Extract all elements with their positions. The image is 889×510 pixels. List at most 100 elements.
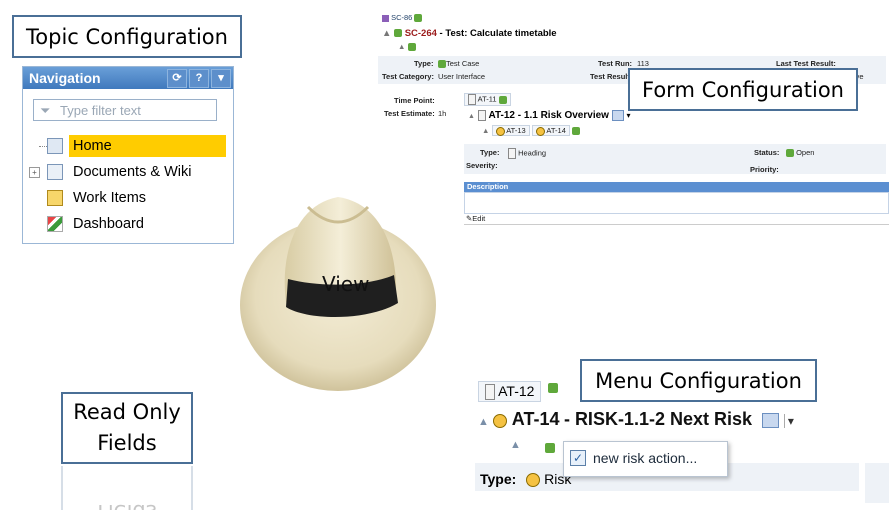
new-risk-action-item[interactable]: new risk action...: [593, 450, 697, 466]
context-menu: ✓ new risk action...: [563, 441, 728, 477]
status-label: Status:: [754, 148, 780, 157]
sub-type-value-text: Heading: [518, 148, 547, 158]
home-page-icon: [47, 138, 63, 154]
menu-item-id[interactable]: AT-14: [512, 409, 560, 429]
parent-chip-id: AT-12: [498, 383, 535, 399]
menu-type-field: Type: Risk: [480, 471, 571, 488]
read-only-line-1: Read Only: [73, 400, 181, 424]
linked-title: 1.1 Risk Overview: [523, 110, 609, 122]
link-icon: [414, 14, 423, 23]
test-result-label: Test Result: [590, 72, 630, 81]
description-header: Description: [464, 182, 889, 192]
children-row: ▲ AT-13 AT-14: [482, 125, 580, 136]
menu-configuration-callout: Menu Configuration: [580, 359, 817, 402]
link-icon: [548, 383, 558, 393]
filter-placeholder: Type filter text: [60, 103, 141, 118]
item-title: Test: Calculate timetable: [445, 28, 557, 39]
child-chip-2[interactable]: AT-14: [531, 125, 570, 136]
type-label: Type:: [414, 59, 434, 68]
doc-icon: [468, 94, 476, 105]
help-icon[interactable]: ?: [189, 69, 209, 88]
parent-icon: [382, 14, 389, 22]
sub-type-value: Heading: [508, 148, 546, 159]
item-id[interactable]: SC-264: [405, 28, 437, 39]
type-value: Test Case: [438, 59, 480, 69]
clock-icon: [495, 126, 505, 136]
checkbox-icon: ✓: [570, 450, 586, 466]
tree-arrow-icon: ▲: [382, 28, 392, 39]
linked-id[interactable]: AT-12: [489, 110, 516, 121]
copy-icon[interactable]: [762, 413, 780, 429]
copy-icon[interactable]: [611, 110, 624, 121]
filter-funnel-icon: ⏷: [40, 103, 51, 118]
parent-chip[interactable]: AT-12: [478, 381, 542, 403]
divider: [464, 224, 889, 225]
sub-arrow: ▲: [398, 42, 416, 52]
time-point-chip[interactable]: AT-11: [464, 93, 511, 106]
nav-item-dashboard-label: Dashboard: [73, 216, 144, 232]
link-icon: [571, 127, 580, 136]
actions-dropdown-icon[interactable]: ▾: [783, 414, 794, 428]
status-value: Open: [786, 148, 815, 158]
read-only-line-2: Fields: [97, 431, 157, 455]
parent-item-row: SC-86: [382, 13, 423, 23]
menu-item-title: RISK-1.1-2 Next Risk: [574, 409, 753, 429]
navigation-title: Navigation: [29, 70, 101, 86]
work-items-icon: [47, 190, 63, 206]
description-body: [464, 192, 889, 214]
nav-item-documents-label: Documents & Wiki: [73, 164, 192, 180]
documents-icon: [47, 164, 63, 180]
test-estimate-label: Test Estimate:: [384, 109, 435, 118]
add-link-icon[interactable]: [545, 443, 555, 453]
time-point-value: AT-11: [477, 94, 497, 104]
status-value-text: Open: [796, 148, 815, 157]
dashboard-icon: [47, 216, 63, 232]
parent-id[interactable]: SC-86: [391, 13, 412, 22]
test-case-type-icon: [438, 60, 446, 69]
open-status-icon: [786, 149, 794, 158]
menu-item-title-row: ▲ AT-14 - RISK-1.1-2 Next Risk ▾: [478, 409, 794, 429]
link-icon: [498, 95, 507, 104]
doc-icon: [485, 384, 495, 401]
risk-clock-icon: [526, 473, 541, 488]
priority-label: Priority:: [750, 165, 779, 174]
nav-item-work-items-label: Work Items: [73, 190, 147, 206]
menu-dropdown-icon[interactable]: ▾: [211, 69, 231, 88]
heading-doc-icon: [477, 110, 486, 121]
menu-configuration-label: Menu Configuration: [595, 368, 802, 393]
type-value-text: Test Case: [446, 59, 480, 68]
linked-item-row: ▲ AT-12 - 1.1 Risk Overview ▾: [468, 110, 631, 122]
last-test-result-label: Last Test Result:: [776, 59, 836, 68]
edit-label: Edit: [472, 214, 486, 223]
filter-input[interactable]: ⏷ Type filter text: [33, 99, 217, 121]
sub-arrow-icon: ▲: [510, 439, 521, 451]
test-category-label: Test Category:: [382, 72, 434, 81]
clock-icon: [493, 413, 508, 428]
test-run-label: Test Run:: [598, 59, 633, 68]
test-run-value: 113: [637, 59, 649, 68]
expand-icon[interactable]: +: [29, 167, 40, 178]
navigation-header: Navigation ⟳ ? ▾: [23, 67, 233, 89]
heading-icon: [508, 148, 516, 159]
test-estimate-value: 1h: [438, 109, 447, 118]
severity-label: Severity:: [466, 161, 498, 170]
tree-arrow-icon: ▲: [478, 416, 489, 428]
view-label: View: [322, 272, 370, 296]
form-screenshot: SC-86 ▲ SC-264 - Test: Calculate timetab…: [378, 10, 889, 230]
refresh-icon[interactable]: ⟳: [167, 69, 187, 88]
menu-type-label: Type:: [480, 471, 517, 487]
dropdown-arrow-icon[interactable]: ▾: [627, 111, 631, 120]
test-category-value: User Interface: [438, 72, 486, 81]
nav-item-home-label: Home: [69, 135, 226, 157]
topic-configuration-label: Topic Configuration: [26, 24, 228, 49]
item-title-row: ▲ SC-264 - Test: Calculate timetable: [382, 28, 557, 39]
form-configuration-label: Form Configuration: [642, 77, 844, 102]
child-chip-1[interactable]: AT-13: [491, 125, 530, 136]
read-only-reflection: Fields: [61, 466, 193, 510]
edit-link[interactable]: ✎Edit: [466, 214, 485, 223]
time-point-label: Time Point:: [394, 96, 435, 105]
test-case-icon: [394, 29, 403, 38]
reflection-text: Fields: [61, 466, 193, 510]
clock-icon: [535, 126, 545, 136]
tree-line: [39, 146, 47, 147]
